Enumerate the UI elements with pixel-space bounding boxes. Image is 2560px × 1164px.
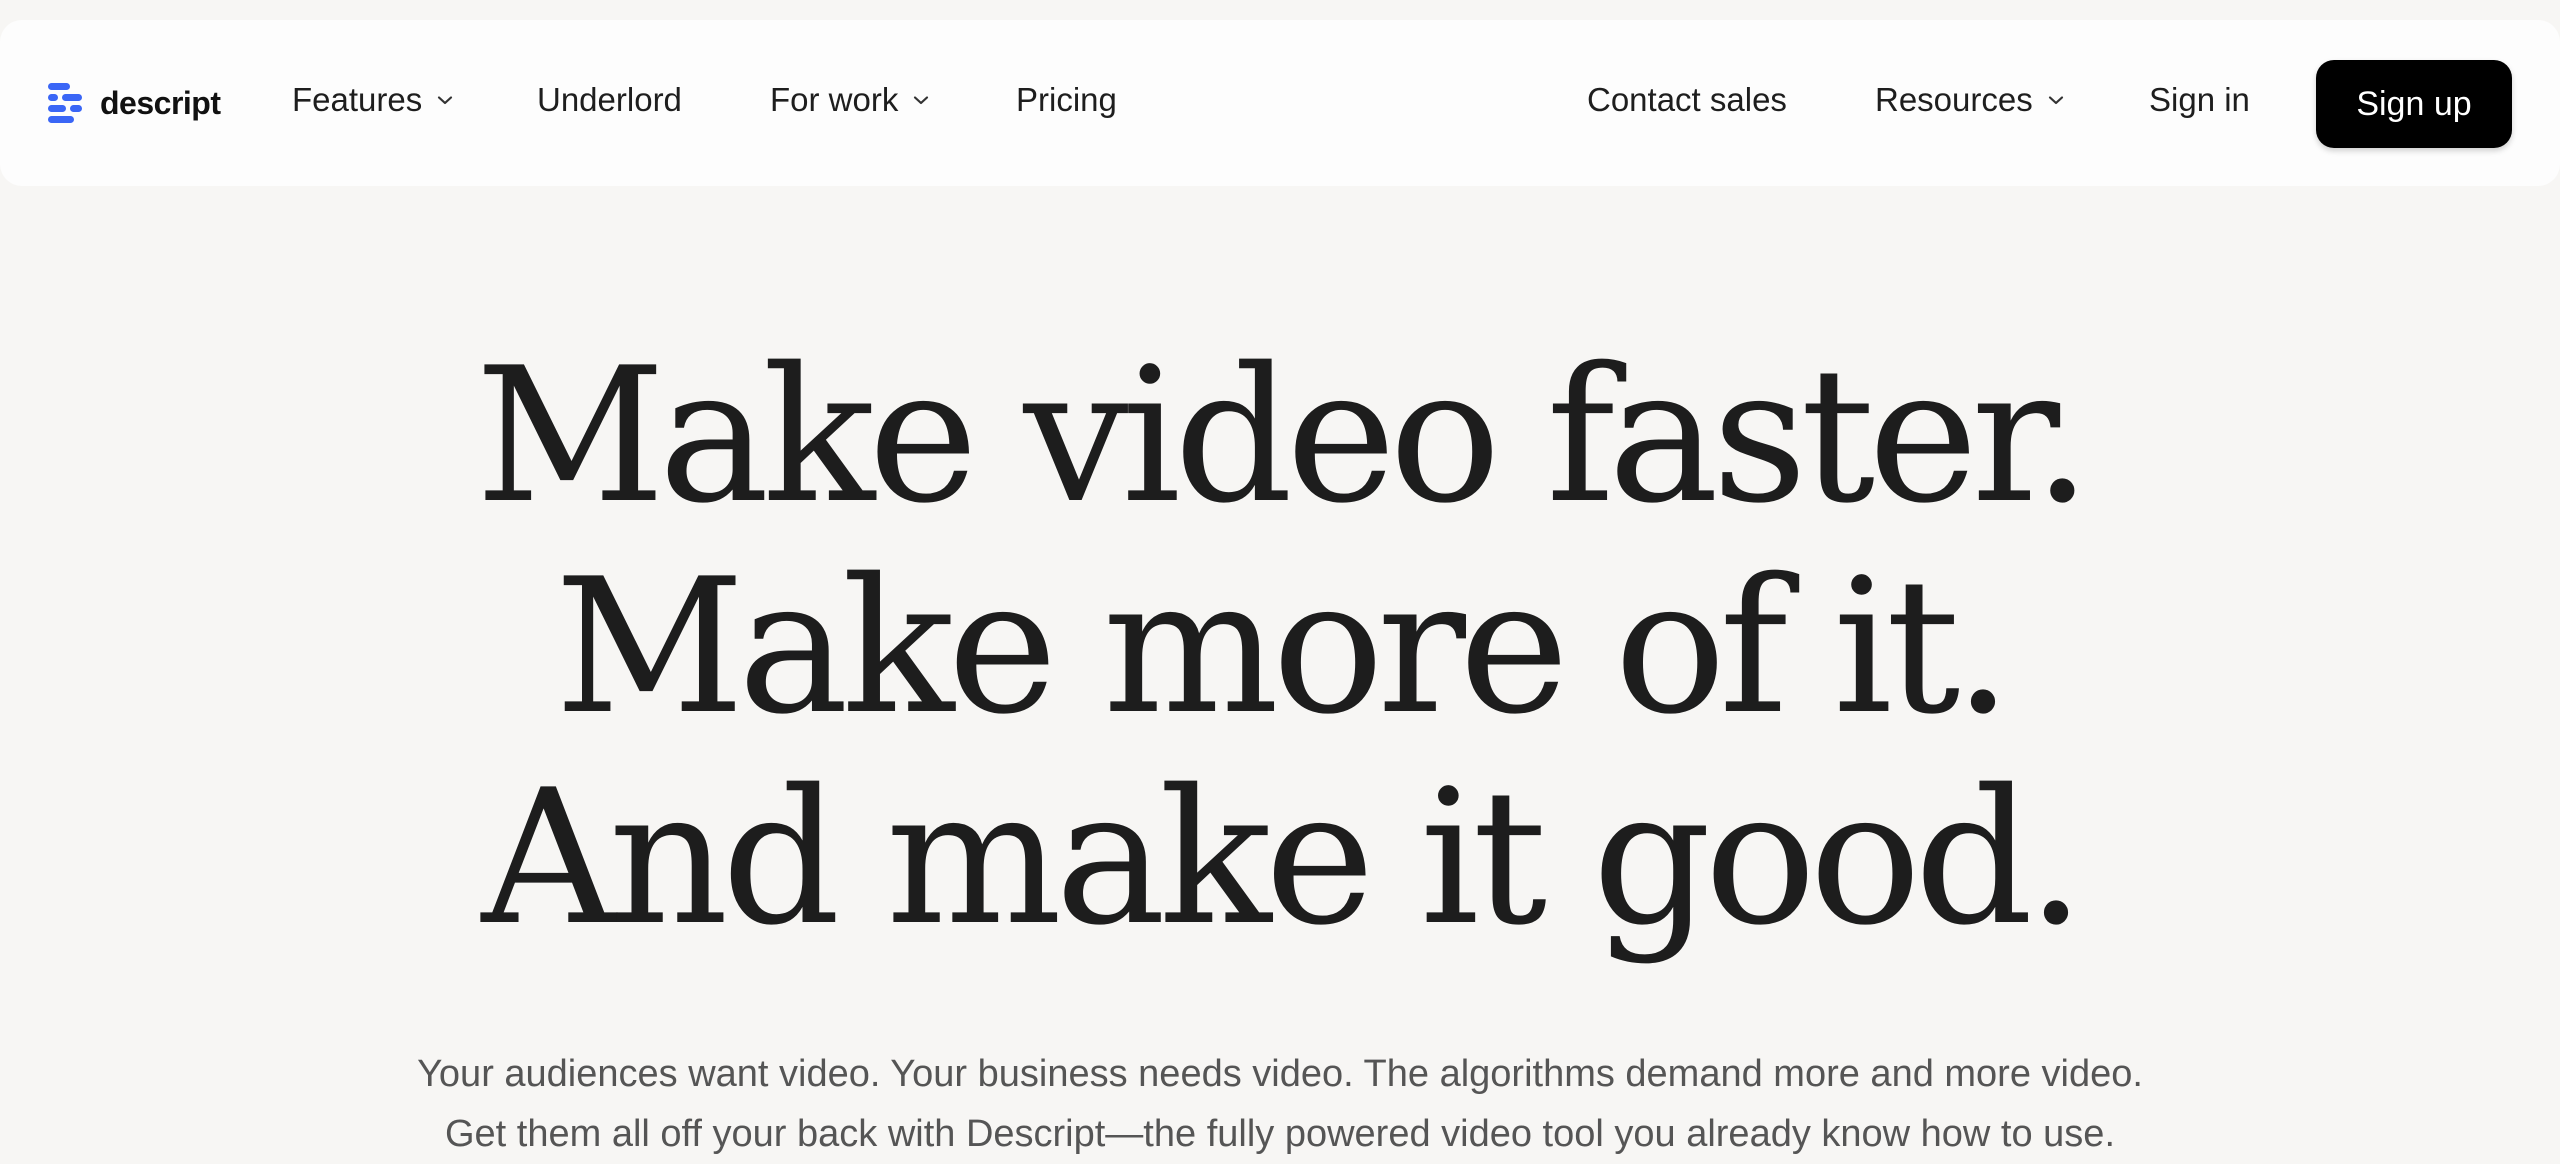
hero-headline-line-2: Make more of it. [554,538,2012,755]
nav-for-work[interactable]: For work [770,81,930,119]
brand-name: descript [100,84,221,121]
hero-subtitle: Your audiences want video. Your business… [0,1044,2560,1164]
nav-resources-label: Resources [1875,81,2033,118]
hero-subtitle-line-2: Get them all off your back with Descript… [444,1113,2116,1155]
brand-logo[interactable]: descript [46,78,221,128]
sign-up-button[interactable]: Sign up [2316,60,2512,148]
nav-underlord[interactable]: Underlord [537,81,682,119]
hero-headline: Make video faster. Make more of it. And … [0,330,2560,963]
nav-features[interactable]: Features [292,81,454,119]
chevron-down-icon [438,96,453,105]
nav-underlord-label: Underlord [537,81,682,118]
chevron-down-icon [914,96,929,105]
nav-pricing[interactable]: Pricing [1016,81,1117,119]
nav-features-label: Features [292,81,423,118]
hero-headline-line-1: Make video faster. [475,327,2092,544]
chevron-down-icon [2048,96,2063,105]
hero-headline-line-3: And make it good. [481,749,2085,966]
nav-resources[interactable]: Resources [1875,81,2065,119]
descript-logo-icon [48,83,82,123]
nav-for-work-label: For work [770,81,899,118]
top-nav-bar: descript Features Underlord For work Pri… [0,20,2560,186]
sign-up-label: Sign up [2356,84,2472,123]
nav-pricing-label: Pricing [1016,81,1117,118]
nav-sign-in-label: Sign in [2149,81,2250,118]
hero-subtitle-line-1: Your audiences want video. Your business… [417,1053,2143,1095]
nav-sign-in[interactable]: Sign in [2149,81,2250,119]
nav-contact-sales-label: Contact sales [1587,81,1787,118]
nav-contact-sales[interactable]: Contact sales [1587,81,1787,119]
